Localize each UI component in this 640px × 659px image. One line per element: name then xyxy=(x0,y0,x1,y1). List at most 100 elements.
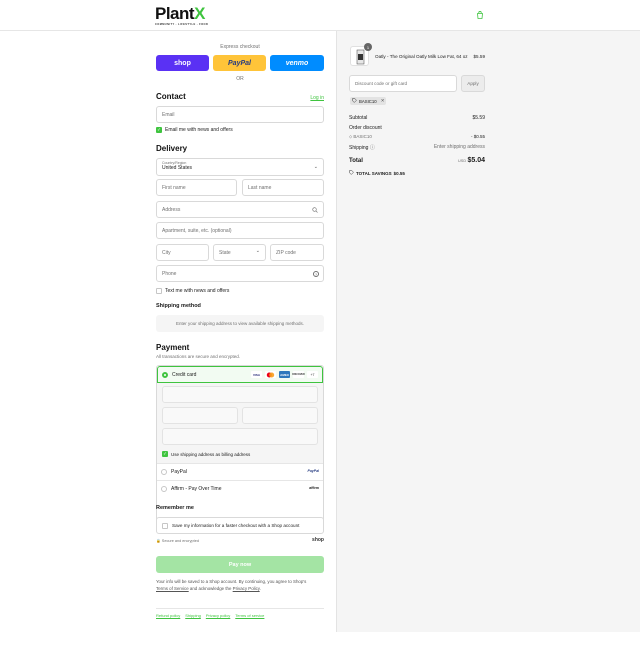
news-checkbox[interactable]: ✓ xyxy=(156,127,162,133)
pay-now-button[interactable]: Pay now xyxy=(156,556,324,573)
login-link[interactable]: Log in xyxy=(310,95,324,101)
footer-links: Refund policy Shipping Privacy policy Te… xyxy=(156,613,264,618)
state-placeholder: State xyxy=(219,249,231,256)
discount-code-field[interactable]: Discount code or gift card xyxy=(349,75,457,92)
last-name-placeholder: Last name xyxy=(248,184,272,191)
discount-tag: BASIC10 ✕ xyxy=(350,97,387,105)
secure-note: 🔒 Secure and encrypted xyxy=(156,539,199,543)
terms-of-service-link[interactable]: Terms of service xyxy=(235,613,264,618)
address-placeholder: Address xyxy=(162,206,181,213)
phone-placeholder: Phone xyxy=(162,270,177,277)
save-info-checkbox[interactable] xyxy=(162,522,168,529)
credit-card-option[interactable]: Credit card VISA AMEX DISCOVER +7 xyxy=(157,366,323,383)
tag-icon xyxy=(349,170,354,176)
shipping-label: Shipping xyxy=(349,145,369,151)
first-name-field[interactable]: First name xyxy=(156,179,237,196)
order-summary-pane xyxy=(336,31,640,632)
header: PlantX COMMUNITY · LIFESTYLE · FOOD xyxy=(0,0,640,31)
country-select[interactable]: Country/Region United States ⌄ xyxy=(156,158,324,176)
shop-pay-button[interactable]: shop xyxy=(156,55,209,71)
total-value: $5.04 xyxy=(467,157,485,164)
apartment-field[interactable]: Apartment, suite, etc. (optional) xyxy=(156,222,324,239)
shipping-link[interactable]: Shipping xyxy=(185,613,201,618)
expiry-field[interactable] xyxy=(162,407,238,424)
last-name-field[interactable]: Last name xyxy=(242,179,324,196)
product-name: Oatly - The Original Oatly Milk Low Fat,… xyxy=(375,54,468,59)
shipping-value: Enter shipping address xyxy=(433,144,485,150)
paypal-logo: PayPal xyxy=(307,469,319,473)
save-info-option[interactable]: Save my information for a faster checkou… xyxy=(156,517,324,534)
text-offers-checkbox[interactable] xyxy=(156,288,162,294)
help-icon[interactable]: ⓘ xyxy=(370,145,375,151)
phone-field[interactable]: Phone ? xyxy=(156,265,324,282)
billing-same-checkbox[interactable]: ✓ xyxy=(162,451,168,457)
brand-logo[interactable]: PlantX COMMUNITY · LIFESTYLE · FOOD xyxy=(155,5,208,26)
order-discount-label: Order discount xyxy=(349,125,382,131)
name-on-card-field[interactable] xyxy=(162,428,318,445)
address-field[interactable]: Address xyxy=(156,201,324,218)
save-info-label: Save my information for a faster checkou… xyxy=(172,523,300,528)
discover-icon: DISCOVER xyxy=(292,371,305,378)
payment-heading: Payment xyxy=(156,343,190,352)
email-placeholder: Email xyxy=(162,111,175,118)
zip-field[interactable]: ZIP code xyxy=(270,244,324,261)
security-code-field[interactable] xyxy=(242,407,318,424)
apply-label: Apply xyxy=(467,81,479,86)
terms-link[interactable]: Terms of Service xyxy=(156,586,189,591)
currency-label: USD xyxy=(458,159,467,163)
more-cards-badge: +7 xyxy=(307,371,318,378)
state-select[interactable]: State ⌄ xyxy=(213,244,266,261)
savings-value: $0.55 xyxy=(393,170,405,176)
discount-tag-label: BASIC10 xyxy=(359,98,377,104)
discount-code-label: BASIC10 xyxy=(353,134,372,139)
apply-button[interactable]: Apply xyxy=(461,75,485,92)
email-field[interactable]: Email xyxy=(156,106,324,123)
affirm-option[interactable]: Affirm - Pay Over Time affirm xyxy=(157,480,323,497)
news-label: Email me with news and offers xyxy=(165,127,233,133)
total-savings: TOTAL SAVINGS $0.55 xyxy=(349,170,405,176)
discount-value: - $0.55 xyxy=(470,134,485,139)
paypal-option[interactable]: PayPal PayPal xyxy=(157,463,323,480)
legal-line: Your info will be saved to a Shop accoun… xyxy=(156,579,307,584)
privacy-policy-link[interactable]: Privacy policy xyxy=(206,613,230,618)
paypal-express-label: PayPal xyxy=(228,59,251,67)
billing-same-row[interactable]: ✓ Use shipping address as billing addres… xyxy=(162,451,250,457)
discount-code-row: ⬦ BASIC10 - $0.55 xyxy=(349,134,485,139)
paypal-express-button[interactable]: PayPal xyxy=(213,55,266,71)
brand-tagline: COMMUNITY · LIFESTYLE · FOOD xyxy=(155,23,209,26)
city-placeholder: City xyxy=(162,249,171,256)
brand-x: X xyxy=(194,4,205,23)
or-divider: OR xyxy=(236,76,244,82)
credit-card-label: Credit card xyxy=(172,372,197,378)
savings-label: TOTAL SAVINGS xyxy=(356,170,392,176)
pay-now-label: Pay now xyxy=(228,561,252,568)
legal-text: Your info will be saved to a Shop accoun… xyxy=(156,578,324,592)
help-icon[interactable]: ? xyxy=(313,271,319,277)
city-field[interactable]: City xyxy=(156,244,209,261)
shipping-method-heading: Shipping method xyxy=(156,303,201,309)
zip-placeholder: ZIP code xyxy=(276,249,296,256)
shopping-bag-icon[interactable] xyxy=(476,10,484,19)
country-value: United States xyxy=(162,165,193,171)
affirm-radio[interactable] xyxy=(161,486,167,492)
privacy-link[interactable]: Privacy Policy xyxy=(233,586,260,591)
shipping-method-note: Enter your shipping address to view avai… xyxy=(156,315,324,332)
contact-heading: Contact xyxy=(156,92,186,101)
product-price: $5.59 xyxy=(473,54,486,59)
subtotal-row: Subtotal $5.59 xyxy=(349,115,485,121)
total-label: Total xyxy=(349,158,363,164)
text-offers-row[interactable]: Text me with news and offers xyxy=(156,288,229,294)
paypal-radio[interactable] xyxy=(161,469,167,475)
venmo-button[interactable]: venmo xyxy=(270,55,324,71)
credit-card-radio[interactable] xyxy=(162,372,168,378)
shipping-row: Shipping ⓘ Enter shipping address xyxy=(349,144,485,151)
secure-label: Secure and encrypted xyxy=(161,539,199,543)
express-checkout-title: Express checkout xyxy=(220,44,260,50)
remove-discount-icon[interactable]: ✕ xyxy=(381,98,385,104)
card-number-field[interactable] xyxy=(162,386,318,403)
news-offers-row[interactable]: ✓ Email me with news and offers xyxy=(156,127,233,133)
billing-same-label: Use shipping address as billing address xyxy=(171,451,251,457)
refund-policy-link[interactable]: Refund policy xyxy=(156,613,180,618)
brand-name: Plant xyxy=(155,4,195,23)
legal-end: . xyxy=(259,586,261,591)
